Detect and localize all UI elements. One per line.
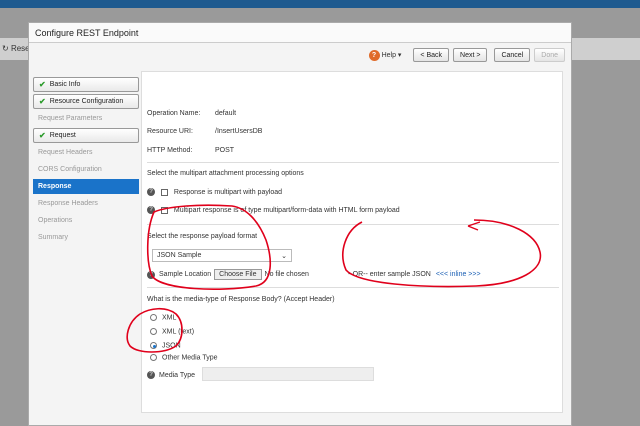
- media-option-xml[interactable]: XML: [150, 314, 176, 321]
- sidebar-item-label: Request Headers: [38, 149, 93, 156]
- chevron-down-icon: ⌄: [281, 252, 287, 260]
- app-header-bar: [0, 0, 640, 8]
- sidebar-item-cors-configuration[interactable]: CORS Configuration: [33, 162, 139, 177]
- operation-name-label: Operation Name:: [147, 110, 201, 117]
- help-icon[interactable]: ?: [147, 270, 155, 279]
- media-option-xml-text[interactable]: XML (text): [150, 328, 194, 335]
- divider: [147, 224, 559, 225]
- resource-uri-label: Resource URI:: [147, 128, 193, 135]
- operation-name-value: default: [215, 110, 237, 117]
- operation-name-row: Operation Name: default: [147, 110, 236, 117]
- help-icon[interactable]: ?: [147, 188, 155, 196]
- radio-xml-text[interactable]: [150, 328, 157, 335]
- media-type-row: ? Media Type: [147, 371, 195, 379]
- multipart-option-2: ? Multipart response is of type multipar…: [147, 206, 400, 214]
- sidebar-item-resource-configuration[interactable]: ✔ Resource Configuration: [33, 94, 139, 109]
- http-method-label: HTTP Method:: [147, 147, 193, 154]
- resource-uri-value: /InsertUsersDB: [215, 128, 263, 135]
- sidebar-item-request-parameters[interactable]: Request Parameters: [33, 111, 139, 126]
- help-menu[interactable]: ? Help ▾: [368, 49, 402, 61]
- configure-rest-endpoint-dialog: Configure REST Endpoint ? Help ▾ < Back …: [28, 22, 572, 426]
- multipart-payload-label: Response is multipart with payload: [173, 188, 283, 196]
- radio-json[interactable]: [150, 342, 157, 349]
- multipart-heading: Select the multipart attachment processi…: [147, 170, 304, 177]
- http-method-value: POST: [215, 147, 235, 154]
- sample-location-label: Sample Location: [159, 271, 212, 278]
- sidebar-item-summary[interactable]: Summary: [33, 230, 139, 245]
- payload-format-value: JSON Sample: [157, 252, 202, 259]
- multipart-option-1: ? Response is multipart with payload: [147, 188, 282, 196]
- choose-file-button[interactable]: Choose File: [214, 269, 262, 280]
- help-label: Help ▾: [381, 52, 402, 59]
- dialog-toolbar: ? Help ▾ < Back Next > Cancel Done: [368, 47, 565, 63]
- help-icon[interactable]: ?: [147, 371, 155, 379]
- sidebar-item-response-headers[interactable]: Response Headers: [33, 196, 139, 211]
- sidebar-item-response[interactable]: Response: [33, 179, 139, 194]
- divider: [147, 162, 559, 163]
- media-type-heading: What is the media-type of Response Body?…: [147, 296, 335, 303]
- media-option-other[interactable]: Other Media Type: [150, 354, 218, 361]
- sidebar-item-label: Basic Info: [49, 81, 81, 88]
- response-panel: Operation Name: default Resource URI: /I…: [141, 71, 563, 413]
- multipart-form-data-label: Multipart response is of type multipart/…: [173, 206, 400, 214]
- or-enter-sample-label: --OR-- enter sample JSON: [348, 271, 431, 278]
- sample-location-row: ? Sample Location Choose File No file ch…: [147, 269, 309, 280]
- inline-sample-link[interactable]: <<< inline >>>: [436, 271, 481, 278]
- sidebar-item-basic-info[interactable]: ✔ Basic Info: [33, 77, 139, 92]
- help-icon[interactable]: ?: [147, 206, 155, 214]
- sidebar-item-label: Resource Configuration: [49, 98, 124, 105]
- radio-label: XML: [162, 314, 177, 322]
- media-type-label: Media Type: [159, 371, 196, 379]
- wizard-sidebar: ✔ Basic Info ✔ Resource Configuration Requ…: [33, 77, 139, 247]
- sidebar-item-label: CORS Configuration: [38, 166, 102, 173]
- multipart-payload-checkbox[interactable]: [160, 188, 168, 196]
- radio-xml[interactable]: [150, 314, 157, 321]
- back-button[interactable]: < Back: [413, 48, 450, 62]
- http-method-row: HTTP Method: POST: [147, 147, 234, 154]
- radio-other-media-type[interactable]: [150, 354, 157, 361]
- payload-format-select[interactable]: JSON Sample ⌄: [152, 249, 292, 262]
- check-icon: ✔: [39, 97, 46, 106]
- sidebar-item-request[interactable]: ✔ Request: [33, 128, 139, 143]
- cancel-button[interactable]: Cancel: [494, 48, 531, 62]
- no-file-chosen-label: No file chosen: [264, 271, 309, 278]
- radio-label: JSON: [162, 342, 181, 350]
- sidebar-item-label: Request: [49, 132, 76, 139]
- dialog-title: Configure REST Endpoint: [35, 28, 139, 38]
- help-icon: ?: [368, 49, 380, 61]
- check-icon: ✔: [39, 131, 46, 140]
- sidebar-item-label: Summary: [38, 234, 68, 241]
- divider: [147, 287, 559, 288]
- sidebar-item-label: Response: [38, 183, 72, 190]
- sidebar-item-label: Request Parameters: [38, 115, 103, 122]
- radio-label: Other Media Type: [162, 354, 218, 362]
- media-type-input[interactable]: [202, 367, 374, 381]
- sidebar-item-label: Operations: [38, 217, 73, 224]
- check-icon: ✔: [39, 80, 46, 89]
- inline-sample-row: --OR-- enter sample JSON <<< inline >>>: [348, 271, 481, 278]
- media-option-json[interactable]: JSON: [150, 342, 181, 349]
- multipart-form-data-checkbox[interactable]: [160, 206, 168, 214]
- sidebar-item-label: Response Headers: [38, 200, 98, 207]
- resource-uri-row: Resource URI: /InsertUsersDB: [147, 128, 262, 135]
- sidebar-item-request-headers[interactable]: Request Headers: [33, 145, 139, 160]
- radio-label: XML (text): [162, 328, 195, 336]
- payload-format-heading: Select the response payload format: [147, 233, 258, 240]
- done-button[interactable]: Done: [534, 48, 565, 62]
- next-button[interactable]: Next >: [453, 48, 488, 62]
- sidebar-item-operations[interactable]: Operations: [33, 213, 139, 228]
